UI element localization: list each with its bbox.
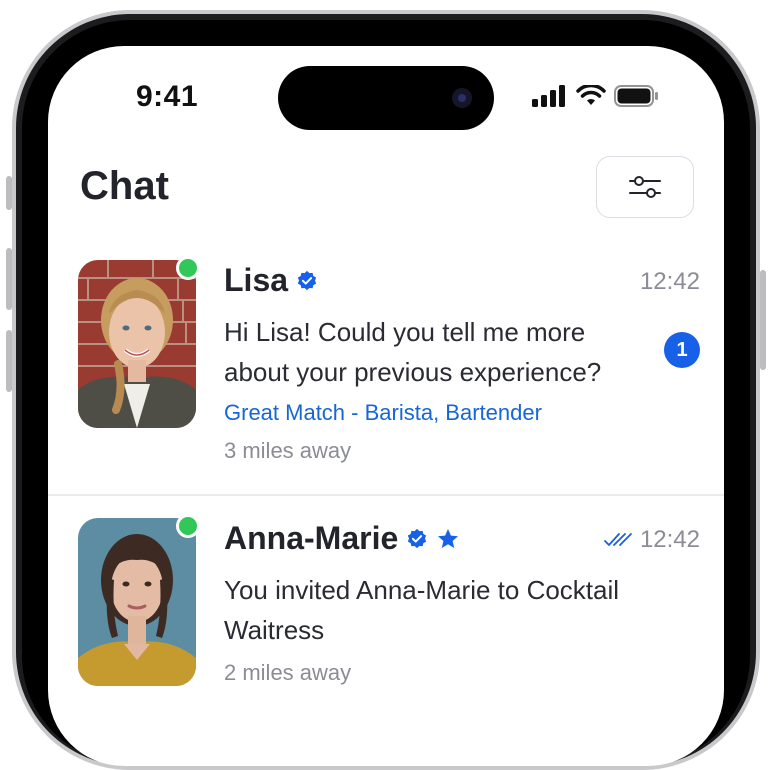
phone-frame: 9:41 Chat Lisa 12:42 Hi Lisa! Could you … [0, 0, 772, 770]
avatar-photo-lisa [78, 260, 196, 428]
star-icon [438, 528, 459, 548]
sliders-icon [629, 176, 661, 198]
side-button-power [760, 270, 766, 370]
distance-text: 2 miles away [224, 660, 352, 685]
message-time-text: 12:42 [639, 268, 700, 295]
side-button-volume-down [6, 330, 12, 392]
wifi-icon [576, 85, 606, 105]
avatar [78, 256, 200, 428]
avatar [78, 514, 200, 686]
double-check-icon [604, 533, 632, 546]
message-time: 12:42 [604, 526, 700, 554]
side-button-volume-up [6, 248, 12, 310]
distance-text: 3 miles away [224, 438, 352, 463]
match-label: Great Match - Barista, Bartender [224, 400, 542, 425]
screen: 9:41 Chat Lisa 12:42 Hi Lisa! Could you … [48, 46, 724, 766]
name-row: Lisa [224, 262, 318, 299]
name-row: Anna-Marie [224, 520, 460, 557]
online-indicator [176, 514, 200, 538]
online-indicator [176, 256, 200, 280]
camera-icon [452, 88, 472, 108]
contact-name: Anna-Marie [224, 520, 399, 556]
contact-name: Lisa [224, 262, 289, 298]
page-title: Chat [80, 164, 169, 208]
signal-icon [532, 85, 565, 107]
dynamic-island [278, 66, 494, 130]
message-preview: Hi Lisa! Could you tell me more about yo… [224, 317, 602, 387]
unread-count-badge: 1 [664, 332, 700, 368]
status-time: 9:41 [136, 80, 199, 113]
status-icons [532, 84, 660, 108]
message-time-text: 12:42 [639, 526, 700, 553]
side-button-silent [6, 176, 12, 210]
filter-button[interactable] [596, 156, 694, 218]
avatar-photo-anna-marie [78, 518, 196, 686]
verified-badge-icon [408, 528, 427, 548]
message-preview: You invited Anna-Marie to Cocktail Waitr… [224, 575, 620, 645]
verified-badge-icon [297, 270, 317, 290]
battery-icon [614, 85, 658, 107]
message-time: 12:42 [640, 268, 700, 296]
divider [48, 494, 724, 496]
